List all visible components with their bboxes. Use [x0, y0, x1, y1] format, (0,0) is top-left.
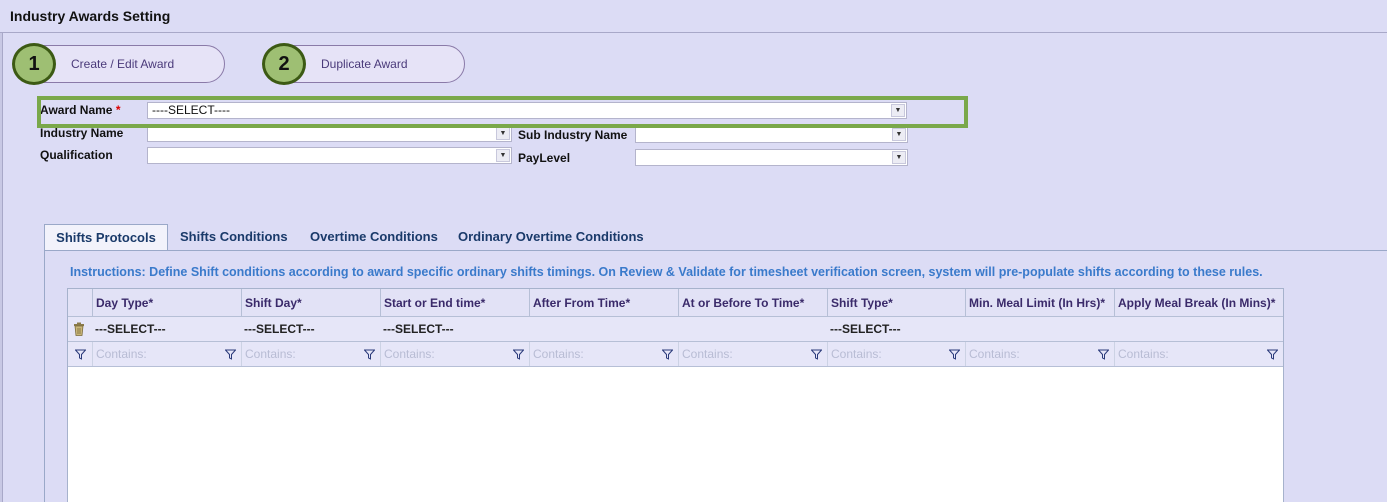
after-from-time-cell[interactable] — [529, 317, 532, 341]
qualification-select[interactable]: ▼ — [147, 147, 512, 164]
filter-placeholder: Contains: — [831, 347, 882, 361]
funnel-icon[interactable] — [949, 349, 960, 360]
tab-ordinary-overtime-conditions[interactable]: Ordinary Overtime Conditions — [458, 224, 644, 250]
funnel-icon[interactable] — [1098, 349, 1109, 360]
sub-industry-name-select[interactable]: ▼ — [635, 126, 908, 143]
tab-panel: Instructions: Define Shift conditions ac… — [44, 250, 1387, 502]
shift-type-filter[interactable]: Contains: — [827, 342, 965, 366]
left-edge — [0, 33, 3, 502]
trash-icon[interactable] — [73, 322, 85, 336]
qualification-label: Qualification — [40, 148, 113, 162]
column-header-shift-type[interactable]: Shift Type* — [827, 289, 965, 317]
step-2-marker: 2 — [262, 43, 306, 85]
filter-placeholder: Contains: — [384, 347, 435, 361]
day-type-cell[interactable]: ---SELECT--- — [92, 317, 166, 341]
tab-overtime-conditions[interactable]: Overtime Conditions — [310, 224, 438, 250]
paylevel-select[interactable]: ▼ — [635, 149, 908, 166]
column-header-day-type[interactable]: Day Type* — [92, 289, 241, 317]
at-before-to-time-filter[interactable]: Contains: — [678, 342, 827, 366]
filter-placeholder: Contains: — [969, 347, 1020, 361]
sub-industry-name-label: Sub Industry Name — [518, 128, 628, 142]
filter-placeholder: Contains: — [1118, 347, 1169, 361]
award-name-highlight — [37, 96, 968, 128]
funnel-icon[interactable] — [1267, 349, 1278, 360]
start-end-time-cell[interactable]: ---SELECT--- — [380, 317, 454, 341]
chevron-down-icon[interactable]: ▼ — [892, 128, 906, 141]
filter-placeholder: Contains: — [682, 347, 733, 361]
column-header-apply-meal-break[interactable]: Apply Meal Break (In Mins)* — [1114, 289, 1283, 317]
grid-header: Day Type* Shift Day* Start or End time* … — [68, 289, 1283, 317]
funnel-icon[interactable] — [513, 349, 524, 360]
chevron-down-icon[interactable]: ▼ — [892, 151, 906, 164]
duplicate-award-label: Duplicate Award — [321, 57, 408, 71]
funnel-icon[interactable] — [811, 349, 822, 360]
shift-type-cell[interactable]: ---SELECT--- — [827, 317, 901, 341]
filter-placeholder: Contains: — [96, 347, 147, 361]
shift-day-filter[interactable]: Contains: — [241, 342, 380, 366]
column-header-at-before-to-time[interactable]: At or Before To Time* — [678, 289, 827, 317]
step-1-marker: 1 — [12, 43, 56, 85]
column-header-start-end-time[interactable]: Start or End time* — [380, 289, 529, 317]
industry-name-label: Industry Name — [40, 126, 124, 140]
funnel-icon[interactable] — [75, 349, 86, 360]
instructions-text: Instructions: Define Shift conditions ac… — [70, 265, 1263, 279]
filter-placeholder: Contains: — [533, 347, 584, 361]
funnel-icon[interactable] — [225, 349, 236, 360]
after-from-time-filter[interactable]: Contains: — [529, 342, 678, 366]
day-type-filter[interactable]: Contains: — [92, 342, 241, 366]
column-header-shift-day[interactable]: Shift Day* — [241, 289, 380, 317]
paylevel-label: PayLevel — [518, 151, 571, 165]
apply-meal-break-cell[interactable] — [1114, 317, 1117, 341]
shift-protocols-grid: Day Type* Shift Day* Start or End time* … — [67, 288, 1284, 502]
grid-new-row: ---SELECT--- ---SELECT--- ---SELECT--- -… — [68, 317, 1283, 342]
funnel-icon[interactable] — [364, 349, 375, 360]
grid-filter-row: Contains: Contains: Contains: Contains: … — [68, 342, 1283, 367]
at-before-to-time-cell[interactable] — [678, 317, 681, 341]
apply-meal-break-filter[interactable]: Contains: — [1114, 342, 1283, 366]
column-header-after-from-time[interactable]: After From Time* — [529, 289, 678, 317]
min-meal-limit-filter[interactable]: Contains: — [965, 342, 1114, 366]
tab-shifts-conditions[interactable]: Shifts Conditions — [180, 224, 288, 250]
shift-day-cell[interactable]: ---SELECT--- — [241, 317, 315, 341]
chevron-down-icon[interactable]: ▼ — [496, 149, 510, 162]
tab-shifts-protocols[interactable]: Shifts Protocols — [44, 224, 168, 250]
window-titlebar: Industry Awards Setting — [0, 0, 1387, 33]
filter-placeholder: Contains: — [245, 347, 296, 361]
page-title: Industry Awards Setting — [10, 8, 171, 24]
funnel-icon[interactable] — [662, 349, 673, 360]
min-meal-limit-cell[interactable] — [965, 317, 968, 341]
start-end-time-filter[interactable]: Contains: — [380, 342, 529, 366]
create-edit-award-label: Create / Edit Award — [71, 57, 175, 71]
chevron-down-icon[interactable]: ▼ — [496, 127, 510, 140]
column-header-min-meal-limit[interactable]: Min. Meal Limit (In Hrs)* — [965, 289, 1114, 317]
